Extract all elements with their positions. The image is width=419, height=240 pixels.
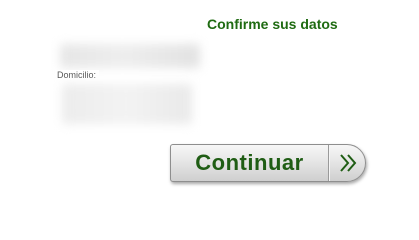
redacted-address-value [62, 84, 192, 124]
double-chevron-right-icon [329, 145, 365, 181]
continue-button-label: Continuar [171, 145, 329, 181]
address-label: Domicilio: [55, 70, 100, 81]
redacted-personal-data [60, 44, 200, 68]
continue-button[interactable]: Continuar [170, 144, 366, 182]
page-heading: Confirme sus datos [207, 16, 338, 32]
